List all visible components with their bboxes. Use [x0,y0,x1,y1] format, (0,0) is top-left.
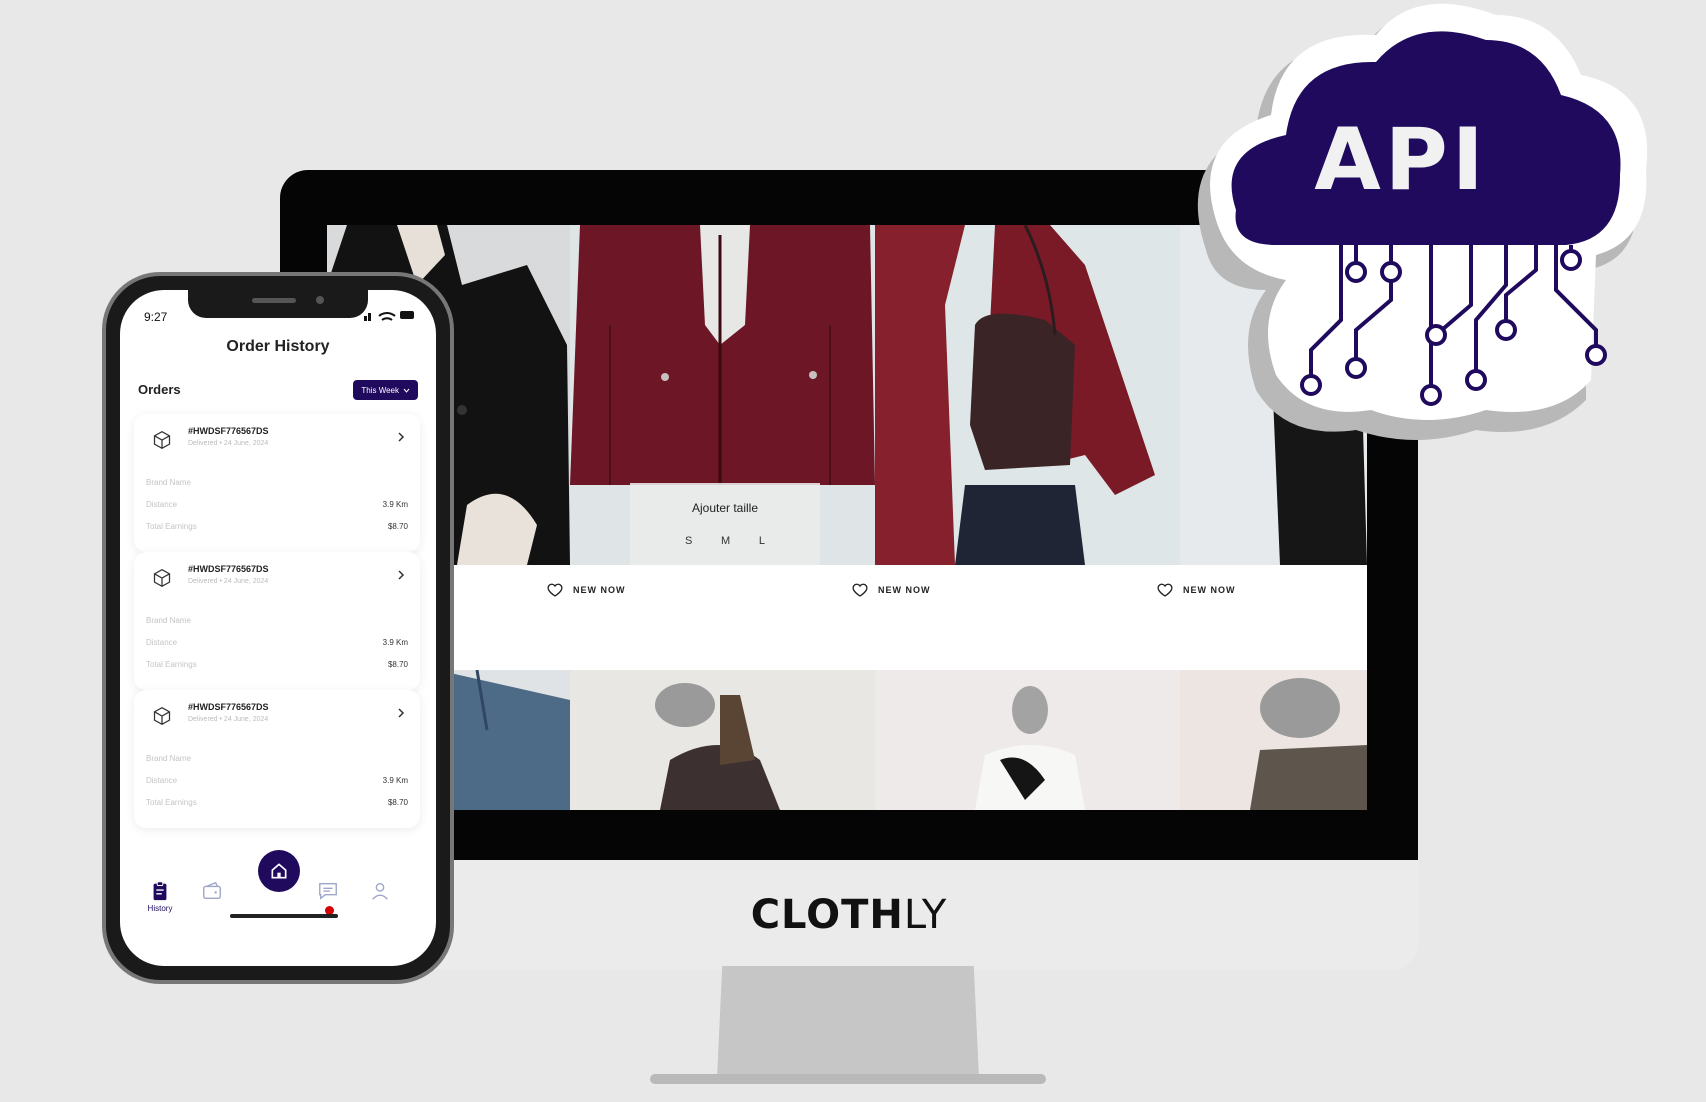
order-card[interactable]: #HWDSF776567DS Delivered • 24 June, 2024… [134,690,420,828]
distance-row: Distance 3.9 Km [146,638,408,647]
product-photo-leather-cap[interactable] [570,670,875,810]
mobile-phone: 9:27 Order History Orders This Week #HWD… [102,272,454,984]
tab-wallet[interactable] [192,880,232,902]
bottom-tab-bar: History [120,850,436,966]
product-label[interactable]: NEW NOW [573,585,626,595]
order-header[interactable]: #HWDSF776567DS Delivered • 24 June, 2024 [134,552,420,598]
phone-screen: 9:27 Order History Orders This Week #HWD… [120,290,436,966]
product-meta-1: NEW NOW [547,582,626,598]
week-filter-label: This Week [361,385,399,395]
order-status-date: Delivered • 24 June, 2024 [188,578,269,585]
brand-row: Brand Name [146,478,191,487]
package-icon [153,430,171,450]
brand-row: Brand Name [146,616,191,625]
clipboard-icon [153,881,167,901]
earnings-row: Total Earnings $8.70 [146,798,408,807]
home-icon [271,863,287,879]
order-status-date: Delivered • 24 June, 2024 [188,716,269,723]
chevron-right-icon[interactable] [396,570,406,580]
phone-notch [188,290,368,318]
cloud-icon [1197,3,1648,440]
distance-row: Distance 3.9 Km [146,776,408,785]
chat-icon [319,882,337,900]
heart-icon[interactable] [852,582,868,598]
status-icons [364,311,414,321]
order-card[interactable]: #HWDSF776567DS Delivered • 24 June, 2024… [134,552,420,690]
chevron-right-icon[interactable] [396,708,406,718]
order-header[interactable]: #HWDSF776567DS Delivered • 24 June, 2024 [134,690,420,736]
orders-heading: Orders [138,382,181,397]
product-label[interactable]: NEW NOW [878,585,931,595]
earnings-row: Total Earnings $8.70 [146,660,408,669]
wallet-icon [203,881,221,900]
size-picker-title: Ajouter taille [691,501,759,515]
order-status-date: Delivered • 24 June, 2024 [188,440,269,447]
tab-messages[interactable] [308,880,348,902]
brand-row: Brand Name [146,754,191,763]
brand-logo: CLOTHLY [750,892,948,938]
earnings-row: Total Earnings $8.70 [146,522,408,531]
distance-row: Distance 3.9 Km [146,500,408,509]
home-button[interactable] [258,850,300,892]
user-icon [372,882,388,900]
size-option-m[interactable]: M [721,535,730,547]
page-title: Order History [226,338,330,355]
week-filter-dropdown[interactable]: This Week [353,380,418,400]
size-options: S M L [685,535,765,547]
order-card[interactable]: #HWDSF776567DS Delivered • 24 June, 2024… [134,414,420,552]
api-label: API [1314,110,1488,210]
status-time: 9:27 [144,310,168,324]
tab-history[interactable]: History [140,880,180,913]
product-meta-2: NEW NOW [852,582,931,598]
order-id: #HWDSF776567DS [188,564,269,574]
product-meta-3: NEW NOW [1157,582,1236,598]
size-option-l[interactable]: L [759,535,765,547]
monitor-stand [717,966,979,1078]
order-id: #HWDSF776567DS [188,426,269,436]
tab-profile[interactable] [360,880,400,902]
product-photo-partial-brown[interactable] [1180,670,1367,810]
api-cloud-badge: API [1176,0,1666,450]
chevron-down-icon [403,388,410,393]
size-option-s[interactable]: S [685,535,692,547]
order-header[interactable]: #HWDSF776567DS Delivered • 24 June, 2024 [134,414,420,460]
size-picker-overlay: Ajouter taille S M L [630,483,820,565]
product-label[interactable]: NEW NOW [1183,585,1236,595]
home-indicator [230,914,338,918]
product-meta-row: NEW NOW NEW NOW NEW NOW [327,565,1367,670]
heart-icon[interactable] [547,582,563,598]
monitor-stand-base [650,1074,1046,1084]
order-id: #HWDSF776567DS [188,702,269,712]
package-icon [153,706,171,726]
heart-icon[interactable] [1157,582,1173,598]
chevron-right-icon[interactable] [396,432,406,442]
product-photo-white-jacket[interactable] [875,670,1180,810]
tab-history-label: History [147,904,173,913]
package-icon [153,568,171,588]
product-photo-red-tweed[interactable] [875,225,1180,565]
